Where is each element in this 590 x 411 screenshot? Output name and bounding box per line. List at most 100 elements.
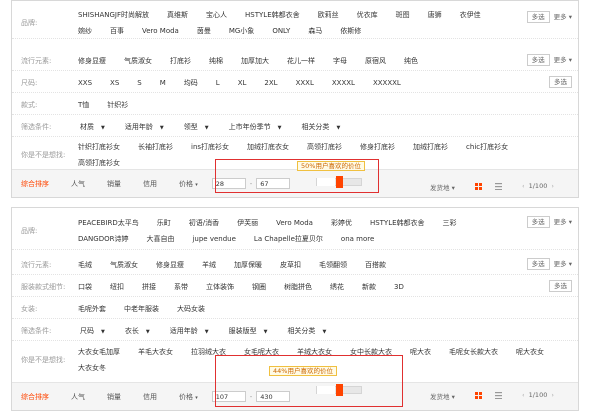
sort-default[interactable]: 综合排序 <box>21 392 49 402</box>
filter-option[interactable]: 纯棉 <box>207 53 225 69</box>
filter-option[interactable]: 毛呢女长款大衣 <box>447 344 500 360</box>
sort-popularity[interactable]: 人气 <box>71 179 85 189</box>
ship-from-dropdown[interactable]: 发货地 ▾ <box>430 182 455 192</box>
filter-dropdown[interactable]: 材质 ▼ <box>76 119 109 135</box>
prev-page-button[interactable]: ‹ <box>522 391 525 399</box>
filter-option[interactable]: 3D <box>392 279 406 295</box>
filter-option[interactable]: 树脂拼色 <box>282 279 314 295</box>
filter-option[interactable]: HSTYLE韩都衣舍 <box>368 215 427 231</box>
ship-from-dropdown[interactable]: 发货地 ▾ <box>430 391 455 401</box>
filter-option[interactable]: 依斯修 <box>338 23 363 39</box>
filter-option[interactable]: 针织打底衫女 <box>76 139 122 155</box>
filter-option[interactable]: 花儿一样 <box>285 53 317 69</box>
filter-option[interactable]: 呢大衣女 <box>514 344 546 360</box>
filter-option[interactable]: 大喜自由 <box>144 231 176 247</box>
more-button[interactable]: 更多 ▾ <box>554 54 572 66</box>
filter-option[interactable]: 修身打底衫 <box>358 139 397 155</box>
filter-option[interactable]: 新款 <box>360 279 378 295</box>
filter-option[interactable]: 伊芙丽 <box>235 215 260 231</box>
filter-option[interactable]: 婉纱 <box>76 23 94 39</box>
filter-option[interactable]: 绣花 <box>328 279 346 295</box>
filter-option[interactable]: S <box>135 75 143 91</box>
filter-option[interactable]: 拼接 <box>140 279 158 295</box>
filter-dropdown[interactable]: 领型 ▼ <box>180 119 213 135</box>
filter-option[interactable]: 欧莉丝 <box>316 7 341 23</box>
filter-option[interactable]: XL <box>236 75 249 91</box>
filter-option[interactable]: L <box>214 75 222 91</box>
sort-price[interactable]: 价格 ▾ <box>179 392 198 402</box>
filter-option[interactable]: 羊绒 <box>200 257 218 273</box>
filter-option[interactable]: ONLY <box>270 23 292 39</box>
filter-option[interactable]: 初语/消香 <box>187 215 221 231</box>
filter-option[interactable]: 三彩 <box>441 215 459 231</box>
filter-option[interactable]: 宝心人 <box>204 7 229 23</box>
multi-select-button[interactable]: 多选 <box>549 76 572 88</box>
filter-dropdown[interactable]: 服装版型 ▼ <box>225 323 272 339</box>
filter-option[interactable]: XXXXXL <box>371 75 403 91</box>
filter-option[interactable]: 气质淑女 <box>122 53 154 69</box>
filter-option[interactable]: 衣伊佳 <box>458 7 483 23</box>
sort-credit[interactable]: 信用 <box>143 392 157 402</box>
filter-option[interactable]: 原宿风 <box>363 53 388 69</box>
filter-option[interactable]: 加厚加大 <box>239 53 271 69</box>
filter-option[interactable]: 修身显瘦 <box>76 53 108 69</box>
filter-option[interactable]: 斑图 <box>394 7 412 23</box>
filter-option[interactable]: 立体装饰 <box>204 279 236 295</box>
filter-dropdown[interactable]: 相关分类 ▼ <box>283 323 330 339</box>
filter-option[interactable]: SHISHANGJF时尚解放 <box>76 7 151 23</box>
list-view-icon[interactable] <box>495 183 502 190</box>
filter-option[interactable]: MG小象 <box>227 23 256 39</box>
more-button[interactable]: 更多 ▾ <box>554 258 572 270</box>
filter-dropdown[interactable]: 适用年龄 ▼ <box>121 119 168 135</box>
filter-option[interactable]: 唐狮 <box>426 7 444 23</box>
filter-option[interactable]: 真维斯 <box>165 7 190 23</box>
sort-price[interactable]: 价格 ▾ <box>179 179 198 189</box>
filter-option[interactable]: XXXXL <box>330 75 357 91</box>
filter-option[interactable]: PEACEBIRD太平鸟 <box>76 215 141 231</box>
filter-option[interactable]: 高领打底衫 <box>305 139 344 155</box>
filter-option[interactable]: jupe vendue <box>190 231 237 247</box>
sort-sales[interactable]: 销量 <box>107 392 121 402</box>
filter-option[interactable]: 中老年服装 <box>122 301 161 317</box>
filter-option[interactable]: 百事 <box>108 23 126 39</box>
filter-option[interactable]: Vero Moda <box>274 215 315 231</box>
list-view-icon[interactable] <box>495 392 502 399</box>
sort-credit[interactable]: 信用 <box>143 179 157 189</box>
filter-option[interactable]: chic打底衫女 <box>464 139 510 155</box>
next-page-button[interactable]: › <box>551 391 554 399</box>
filter-option[interactable]: Vero Moda <box>140 23 181 39</box>
filter-option[interactable]: 均码 <box>182 75 200 91</box>
filter-option[interactable]: 毛领翻领 <box>317 257 349 273</box>
multi-select-button[interactable]: 多选 <box>526 54 550 66</box>
filter-option[interactable]: XXS <box>76 75 94 91</box>
multi-select-button[interactable]: 多选 <box>549 280 572 292</box>
filter-option[interactable]: 百搭款 <box>363 257 388 273</box>
filter-option[interactable]: 大衣女毛加厚 <box>76 344 122 360</box>
filter-option[interactable]: 毛绒 <box>76 257 94 273</box>
sort-popularity[interactable]: 人气 <box>71 392 85 402</box>
filter-option[interactable]: La Chapelle拉夏贝尔 <box>252 231 325 247</box>
sort-default[interactable]: 综合排序 <box>21 179 49 189</box>
multi-select-button[interactable]: 多选 <box>526 11 550 23</box>
filter-option[interactable]: 大码女装 <box>175 301 207 317</box>
filter-option[interactable]: 加绒打底衫 <box>411 139 450 155</box>
filter-option[interactable]: 加厚保暖 <box>232 257 264 273</box>
filter-option[interactable]: M <box>158 75 168 91</box>
more-button[interactable]: 更多 ▾ <box>554 216 572 228</box>
filter-option[interactable]: 加绒打底衣女 <box>245 139 291 155</box>
filter-option[interactable]: XXXL <box>294 75 316 91</box>
filter-dropdown[interactable]: 上市年份季节 ▼ <box>225 119 286 135</box>
filter-option[interactable]: HSTYLE韩都衣舍 <box>243 7 302 23</box>
filter-option[interactable]: T恤 <box>76 97 91 113</box>
filter-option[interactable]: 钢圈 <box>250 279 268 295</box>
sort-sales[interactable]: 销量 <box>107 179 121 189</box>
multi-select-button[interactable]: 多选 <box>526 216 550 228</box>
filter-option[interactable]: XS <box>108 75 121 91</box>
filter-option[interactable]: DANGDOR诗婷 <box>76 231 130 247</box>
filter-option[interactable]: 大衣女冬 <box>76 360 108 376</box>
filter-option[interactable]: 针织衫 <box>105 97 130 113</box>
filter-dropdown[interactable]: 适用年龄 ▼ <box>166 323 213 339</box>
more-button[interactable]: 更多 ▾ <box>554 11 572 23</box>
grid-view-icon[interactable] <box>475 183 482 190</box>
prev-page-button[interactable]: ‹ <box>522 182 525 190</box>
